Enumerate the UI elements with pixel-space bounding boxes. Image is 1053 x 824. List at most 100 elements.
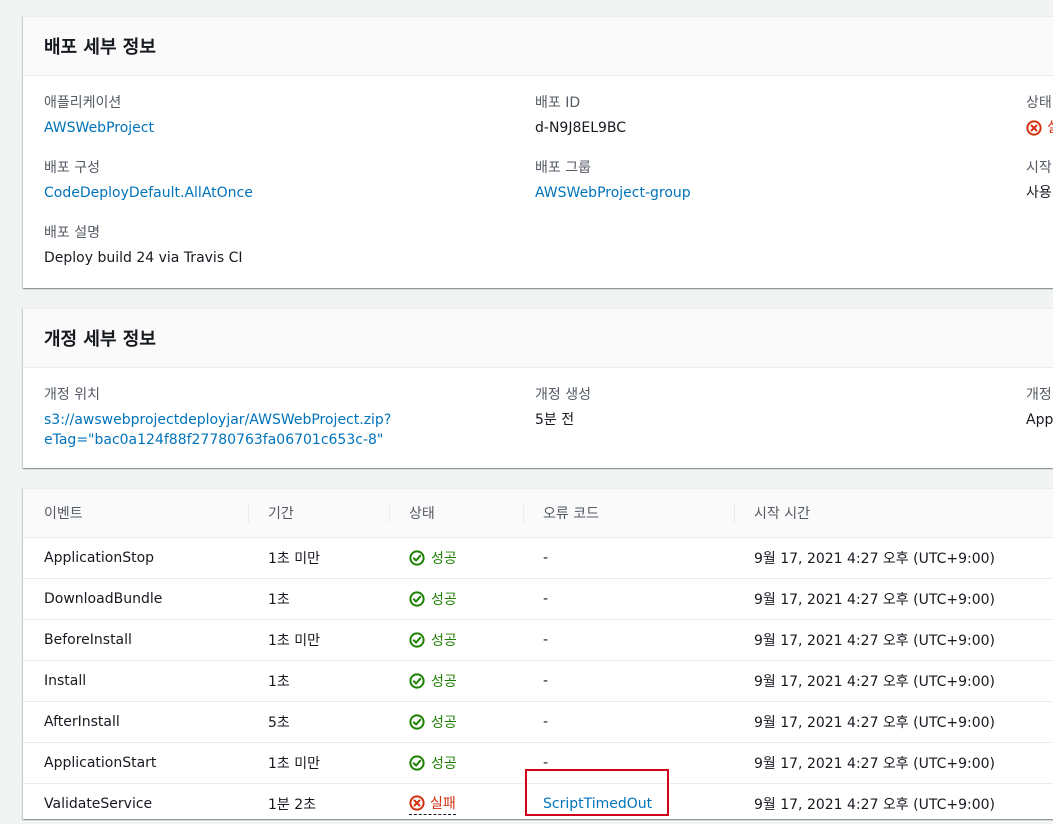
column-divider [248,503,249,523]
deployment-config-link[interactable]: CodeDeployDefault.AllAtOnce [44,185,253,201]
application-link[interactable]: AWSWebProject [44,120,154,136]
column-header-error-code[interactable]: 오류 코드 [543,489,599,537]
event-start-time: 9월 17, 2021 4:27 오후 (UTC+9:00) [754,797,995,813]
column-divider [389,503,390,523]
event-status-text: 성공 [431,551,457,567]
event-status-text: 성공 [431,756,457,772]
table-row: BeforeInstall 1초 미만 성공 - 9월 17, 2021 4:2… [23,620,1053,661]
deployment-id-field: 배포 ID d-N9J8EL9BC [535,93,626,138]
deployment-group-field: 배포 그룹 AWSWebProject-group [535,158,691,203]
event-error-code: - [543,673,549,689]
deployment-description-value: Deploy build 24 via Travis CI [44,250,243,266]
event-duration: 5초 [268,715,290,731]
check-circle-icon [409,632,425,648]
event-status: 성공 [409,743,457,783]
revision-location-label: 개정 위치 [44,387,100,403]
event-name: DownloadBundle [44,591,163,607]
revision-details-panel: 개정 세부 정보 개정 위치 s3://awswebprojectdeployj… [23,308,1053,468]
event-status: 성공 [409,538,457,578]
status-field: 상태 실패 [1026,93,1053,142]
event-start-time: 9월 17, 2021 4:27 오후 (UTC+9:00) [754,715,995,731]
deployment-details-header: 배포 세부 정보 [23,17,1053,76]
status-label: 상태 [1026,95,1052,111]
deployment-config-field: 배포 구성 CodeDeployDefault.AllAtOnce [44,158,253,203]
x-circle-icon [409,795,425,811]
revision-description-field: 개정 Appl [1026,385,1053,430]
check-circle-icon [409,550,425,566]
check-circle-icon [409,673,425,689]
event-status: 성공 [409,661,457,701]
event-status-text: 성공 [431,592,457,608]
deployment-description-label: 배포 설명 [44,225,100,241]
event-duration: 1분 2초 [268,797,317,813]
event-name: ApplicationStart [44,755,157,771]
event-name: ValidateService [44,796,153,812]
column-header-duration[interactable]: 기간 [268,489,294,537]
column-divider [523,503,524,523]
event-status-text: 실패 [430,796,456,812]
revision-details-title: 개정 세부 정보 [44,329,156,350]
deployment-description-field: 배포 설명 Deploy build 24 via Travis CI [44,223,242,268]
application-label: 애플리케이션 [44,95,122,111]
deployment-id-value: d-N9J8EL9BC [535,120,627,136]
event-error-code: - [543,591,549,607]
event-start-time: 9월 17, 2021 4:27 오후 (UTC+9:00) [754,674,995,690]
event-status-text: 성공 [431,715,457,731]
initiated-field: 시작 사용 [1026,158,1052,203]
table-row: ApplicationStop 1초 미만 성공 - 9월 17, 2021 4… [23,538,1053,579]
deployment-details-panel: 배포 세부 정보 애플리케이션 AWSWebProject 배포 ID d-N9… [23,16,1053,288]
deployment-status: 실패 [1026,118,1053,138]
event-status[interactable]: 실패 [409,784,456,824]
event-error-code: - [543,632,549,648]
event-name: ApplicationStop [44,550,155,566]
event-status-text: 성공 [431,633,457,649]
deployment-id-label: 배포 ID [535,95,581,111]
event-status: 성공 [409,620,457,660]
event-duration: 1초 [268,592,290,608]
check-circle-icon [409,591,425,607]
x-circle-icon [1026,120,1042,136]
deployment-group-link[interactable]: AWSWebProject-group [535,185,691,201]
event-name: Install [44,673,87,689]
event-duration: 1초 미만 [268,633,320,649]
revision-created-value: 5분 전 [535,412,575,428]
deployment-details-title: 배포 세부 정보 [44,37,156,58]
column-header-start-time[interactable]: 시작 시간 [754,489,810,537]
event-duration: 1초 미만 [268,756,320,772]
revision-location-link[interactable]: s3://awswebprojectdeployjar/AWSWebProjec… [44,410,391,450]
event-start-time: 9월 17, 2021 4:27 오후 (UTC+9:00) [754,633,995,649]
check-circle-icon [409,714,425,730]
revision-location-line2: eTag="bac0a124f88f27780763fa06701c653c-8… [44,432,384,448]
event-start-time: 9월 17, 2021 4:27 오후 (UTC+9:00) [754,756,995,772]
column-divider [734,503,735,523]
deployment-config-label: 배포 구성 [44,160,100,176]
event-status: 성공 [409,702,457,742]
table-row: Install 1초 성공 - 9월 17, 2021 4:27 오후 (UTC… [23,661,1053,702]
application-field: 애플리케이션 AWSWebProject [44,93,154,138]
deployment-group-label: 배포 그룹 [535,160,591,176]
event-start-time: 9월 17, 2021 4:27 오후 (UTC+9:00) [754,592,995,608]
events-table-header: 이벤트 기간 상태 오류 코드 시작 시간 [23,489,1053,538]
revision-created-label: 개정 생성 [535,387,591,403]
initiated-label: 시작 [1026,160,1052,176]
revision-description-value: Appl [1026,412,1053,428]
event-duration: 1초 미만 [268,551,320,567]
revision-details-header: 개정 세부 정보 [23,309,1053,368]
initiated-value: 사용 [1026,185,1052,201]
column-header-status[interactable]: 상태 [409,489,435,537]
revision-location-field: 개정 위치 s3://awswebprojectdeployjar/AWSWeb… [44,385,391,450]
revision-description-label: 개정 [1026,387,1052,403]
event-error-code: - [543,714,549,730]
revision-created-field: 개정 생성 5분 전 [535,385,591,430]
table-row: DownloadBundle 1초 성공 - 9월 17, 2021 4:27 … [23,579,1053,620]
event-status: 성공 [409,579,457,619]
event-start-time: 9월 17, 2021 4:27 오후 (UTC+9:00) [754,551,995,567]
event-name: AfterInstall [44,714,120,730]
deployment-status-text: 실패 [1047,118,1053,138]
check-circle-icon [409,755,425,771]
event-error-code: - [543,550,549,566]
event-name: BeforeInstall [44,632,132,648]
event-status-text: 성공 [431,674,457,690]
revision-location-line1: s3://awswebprojectdeployjar/AWSWebProjec… [44,412,392,428]
column-header-event[interactable]: 이벤트 [44,489,83,537]
